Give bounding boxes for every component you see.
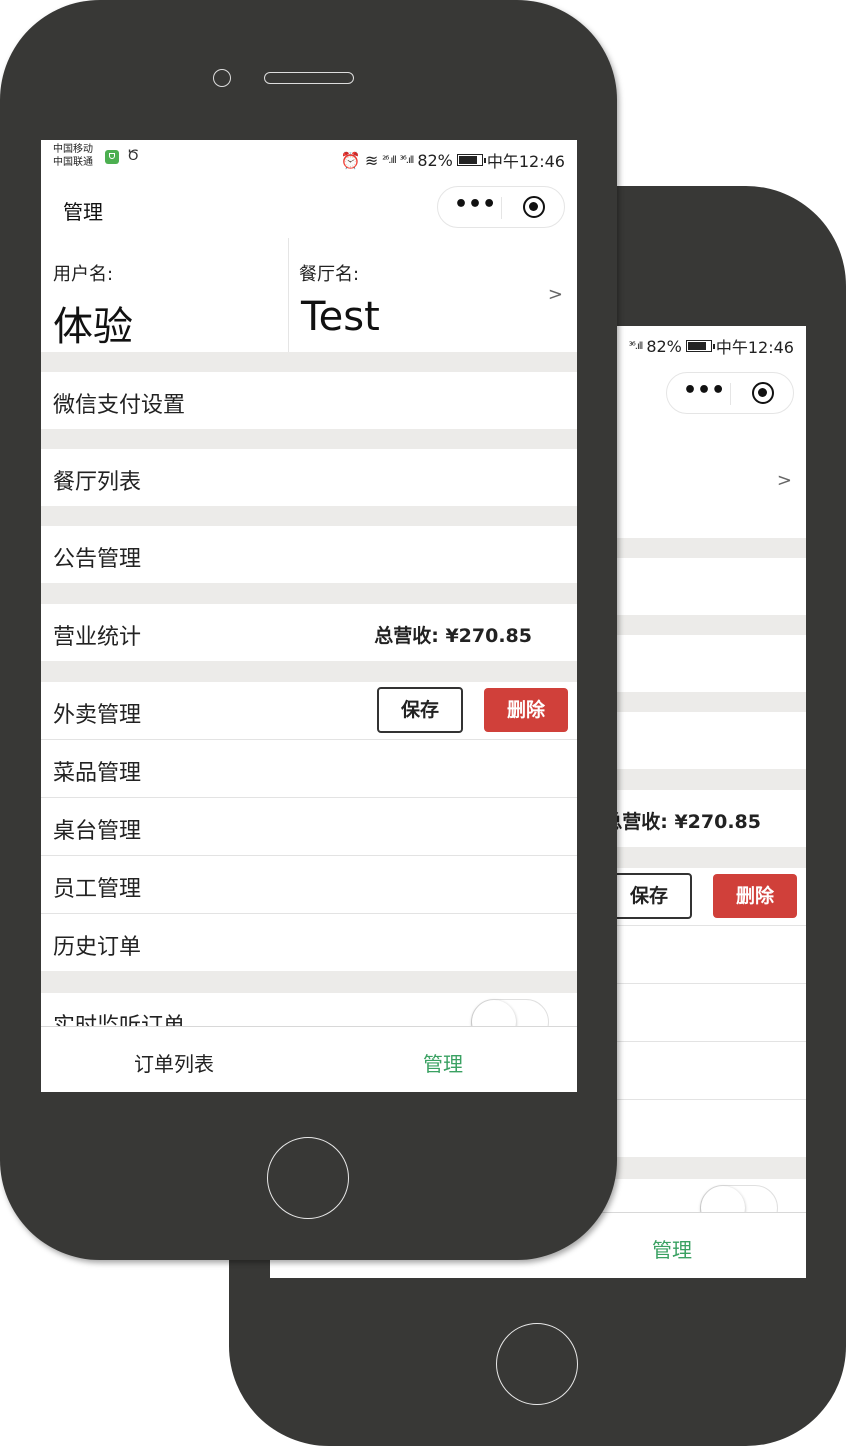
menu-label: 营业统计 xyxy=(53,625,142,650)
home-button[interactable] xyxy=(267,1137,349,1219)
menu-tables[interactable]: 桌台管理 xyxy=(41,798,577,856)
chevron-right-icon: > xyxy=(547,284,563,305)
battery-text: 82% xyxy=(417,150,453,170)
user-col: 用户名: 体验 xyxy=(41,238,289,352)
menu-takeout[interactable]: 外卖管理 保存 删除 xyxy=(41,682,577,740)
menu-label: 公告管理 xyxy=(53,547,142,572)
separator xyxy=(41,506,577,526)
back-save-button[interactable]: 保存 xyxy=(606,873,692,919)
carriers: 中国移动 中国联通 xyxy=(53,144,93,168)
separator xyxy=(41,661,577,682)
shield-icon xyxy=(105,150,119,164)
back-battery-icon xyxy=(685,340,715,352)
front-screen: 中国移动 中国联通 Ծ ⏰ ≋ ²⁶.ıll ³⁶.ıll 82% 中午12:46… xyxy=(41,140,577,1092)
menu-announcement[interactable]: 公告管理 xyxy=(41,526,577,583)
back-more-icon[interactable]: ••• xyxy=(683,380,725,404)
speaker xyxy=(264,72,354,84)
close-miniprogram-icon[interactable] xyxy=(523,196,545,218)
signal2-icon: ³⁶.ıll xyxy=(399,154,414,166)
more-icon[interactable]: ••• xyxy=(454,194,496,218)
tab-orders[interactable]: 订单列表 xyxy=(134,1048,214,1077)
navbar: 管理 ••• xyxy=(41,176,577,238)
total-revenue: 总营收: ¥270.85 xyxy=(374,625,532,647)
menu-label: 餐厅列表 xyxy=(53,470,142,495)
back-delete-button[interactable]: 删除 xyxy=(713,874,797,918)
save-button[interactable]: 保存 xyxy=(377,687,463,733)
status-bar: 中国移动 中国联通 Ծ ⏰ ≋ ²⁶.ıll ³⁶.ıll 82% 中午12:46 xyxy=(41,140,577,176)
user-label: 用户名: xyxy=(53,264,114,285)
menu-history[interactable]: 历史订单 xyxy=(41,914,577,971)
battery-icon xyxy=(456,154,486,166)
back-close-miniprogram-icon[interactable] xyxy=(752,382,774,404)
separator xyxy=(41,352,577,372)
back-home-button[interactable] xyxy=(496,1323,578,1405)
tab-bar: 订单列表 管理 xyxy=(41,1026,577,1092)
menu-restaurant-list[interactable]: 餐厅列表 xyxy=(41,449,577,506)
restaurant-label: 餐厅名: xyxy=(299,264,360,285)
wifi-icon: ≋ xyxy=(364,150,379,170)
back-tab-manage[interactable]: 管理 xyxy=(652,1234,692,1263)
restaurant-col: 餐厅名: Test > xyxy=(289,238,577,352)
menu-wechat-pay[interactable]: 微信支付设置 xyxy=(41,372,577,429)
back-battery-text: 82% xyxy=(646,336,682,356)
menu-label: 微信支付设置 xyxy=(53,393,186,418)
page-title: 管理 xyxy=(63,200,103,224)
camera xyxy=(213,69,231,87)
menu-label: 历史订单 xyxy=(53,935,142,960)
info-header[interactable]: 用户名: 体验 餐厅名: Test > xyxy=(41,238,577,352)
menu-label: 桌台管理 xyxy=(53,819,142,844)
tab-manage[interactable]: 管理 xyxy=(423,1048,463,1077)
separator xyxy=(41,971,577,993)
back-total-revenue: 总营收: ¥270.85 xyxy=(603,811,761,833)
menu-label: 菜品管理 xyxy=(53,761,142,786)
back-chevron-right-icon: > xyxy=(776,470,792,491)
separator xyxy=(41,429,577,449)
time: 中午12:46 xyxy=(486,152,565,171)
back-capsule-menu[interactable]: ••• xyxy=(666,372,794,414)
capsule-divider xyxy=(501,197,502,219)
menu-staff[interactable]: 员工管理 xyxy=(41,856,577,914)
menu-dishes[interactable]: 菜品管理 xyxy=(41,740,577,798)
back-time: 中午12:46 xyxy=(715,338,794,357)
menu-business-stats[interactable]: 营业统计 总营收: ¥270.85 xyxy=(41,604,577,661)
back-status-right: ³⁶.ıll 82% 中午12:46 xyxy=(629,334,794,358)
user-value: 体验 xyxy=(53,304,133,350)
delete-button[interactable]: 删除 xyxy=(484,688,568,732)
alarm-icon: ⏰ xyxy=(340,150,361,170)
phone-front: 中国移动 中国联通 Ծ ⏰ ≋ ²⁶.ıll ³⁶.ıll 82% 中午12:46… xyxy=(0,0,617,1260)
capsule-menu[interactable]: ••• xyxy=(437,186,565,228)
separator xyxy=(41,583,577,604)
menu-label: 员工管理 xyxy=(53,877,142,902)
restaurant-value: Test xyxy=(301,294,380,340)
back-capsule-divider xyxy=(730,383,731,405)
menu-label: 外卖管理 xyxy=(53,703,142,728)
back-signal-icon: ³⁶.ıll xyxy=(628,340,643,352)
usb-icon: Ծ xyxy=(127,148,140,164)
status-right: ⏰ ≋ ²⁶.ıll ³⁶.ıll 82% 中午12:46 xyxy=(341,148,565,172)
signal1-icon: ²⁶.ıll xyxy=(382,154,396,166)
